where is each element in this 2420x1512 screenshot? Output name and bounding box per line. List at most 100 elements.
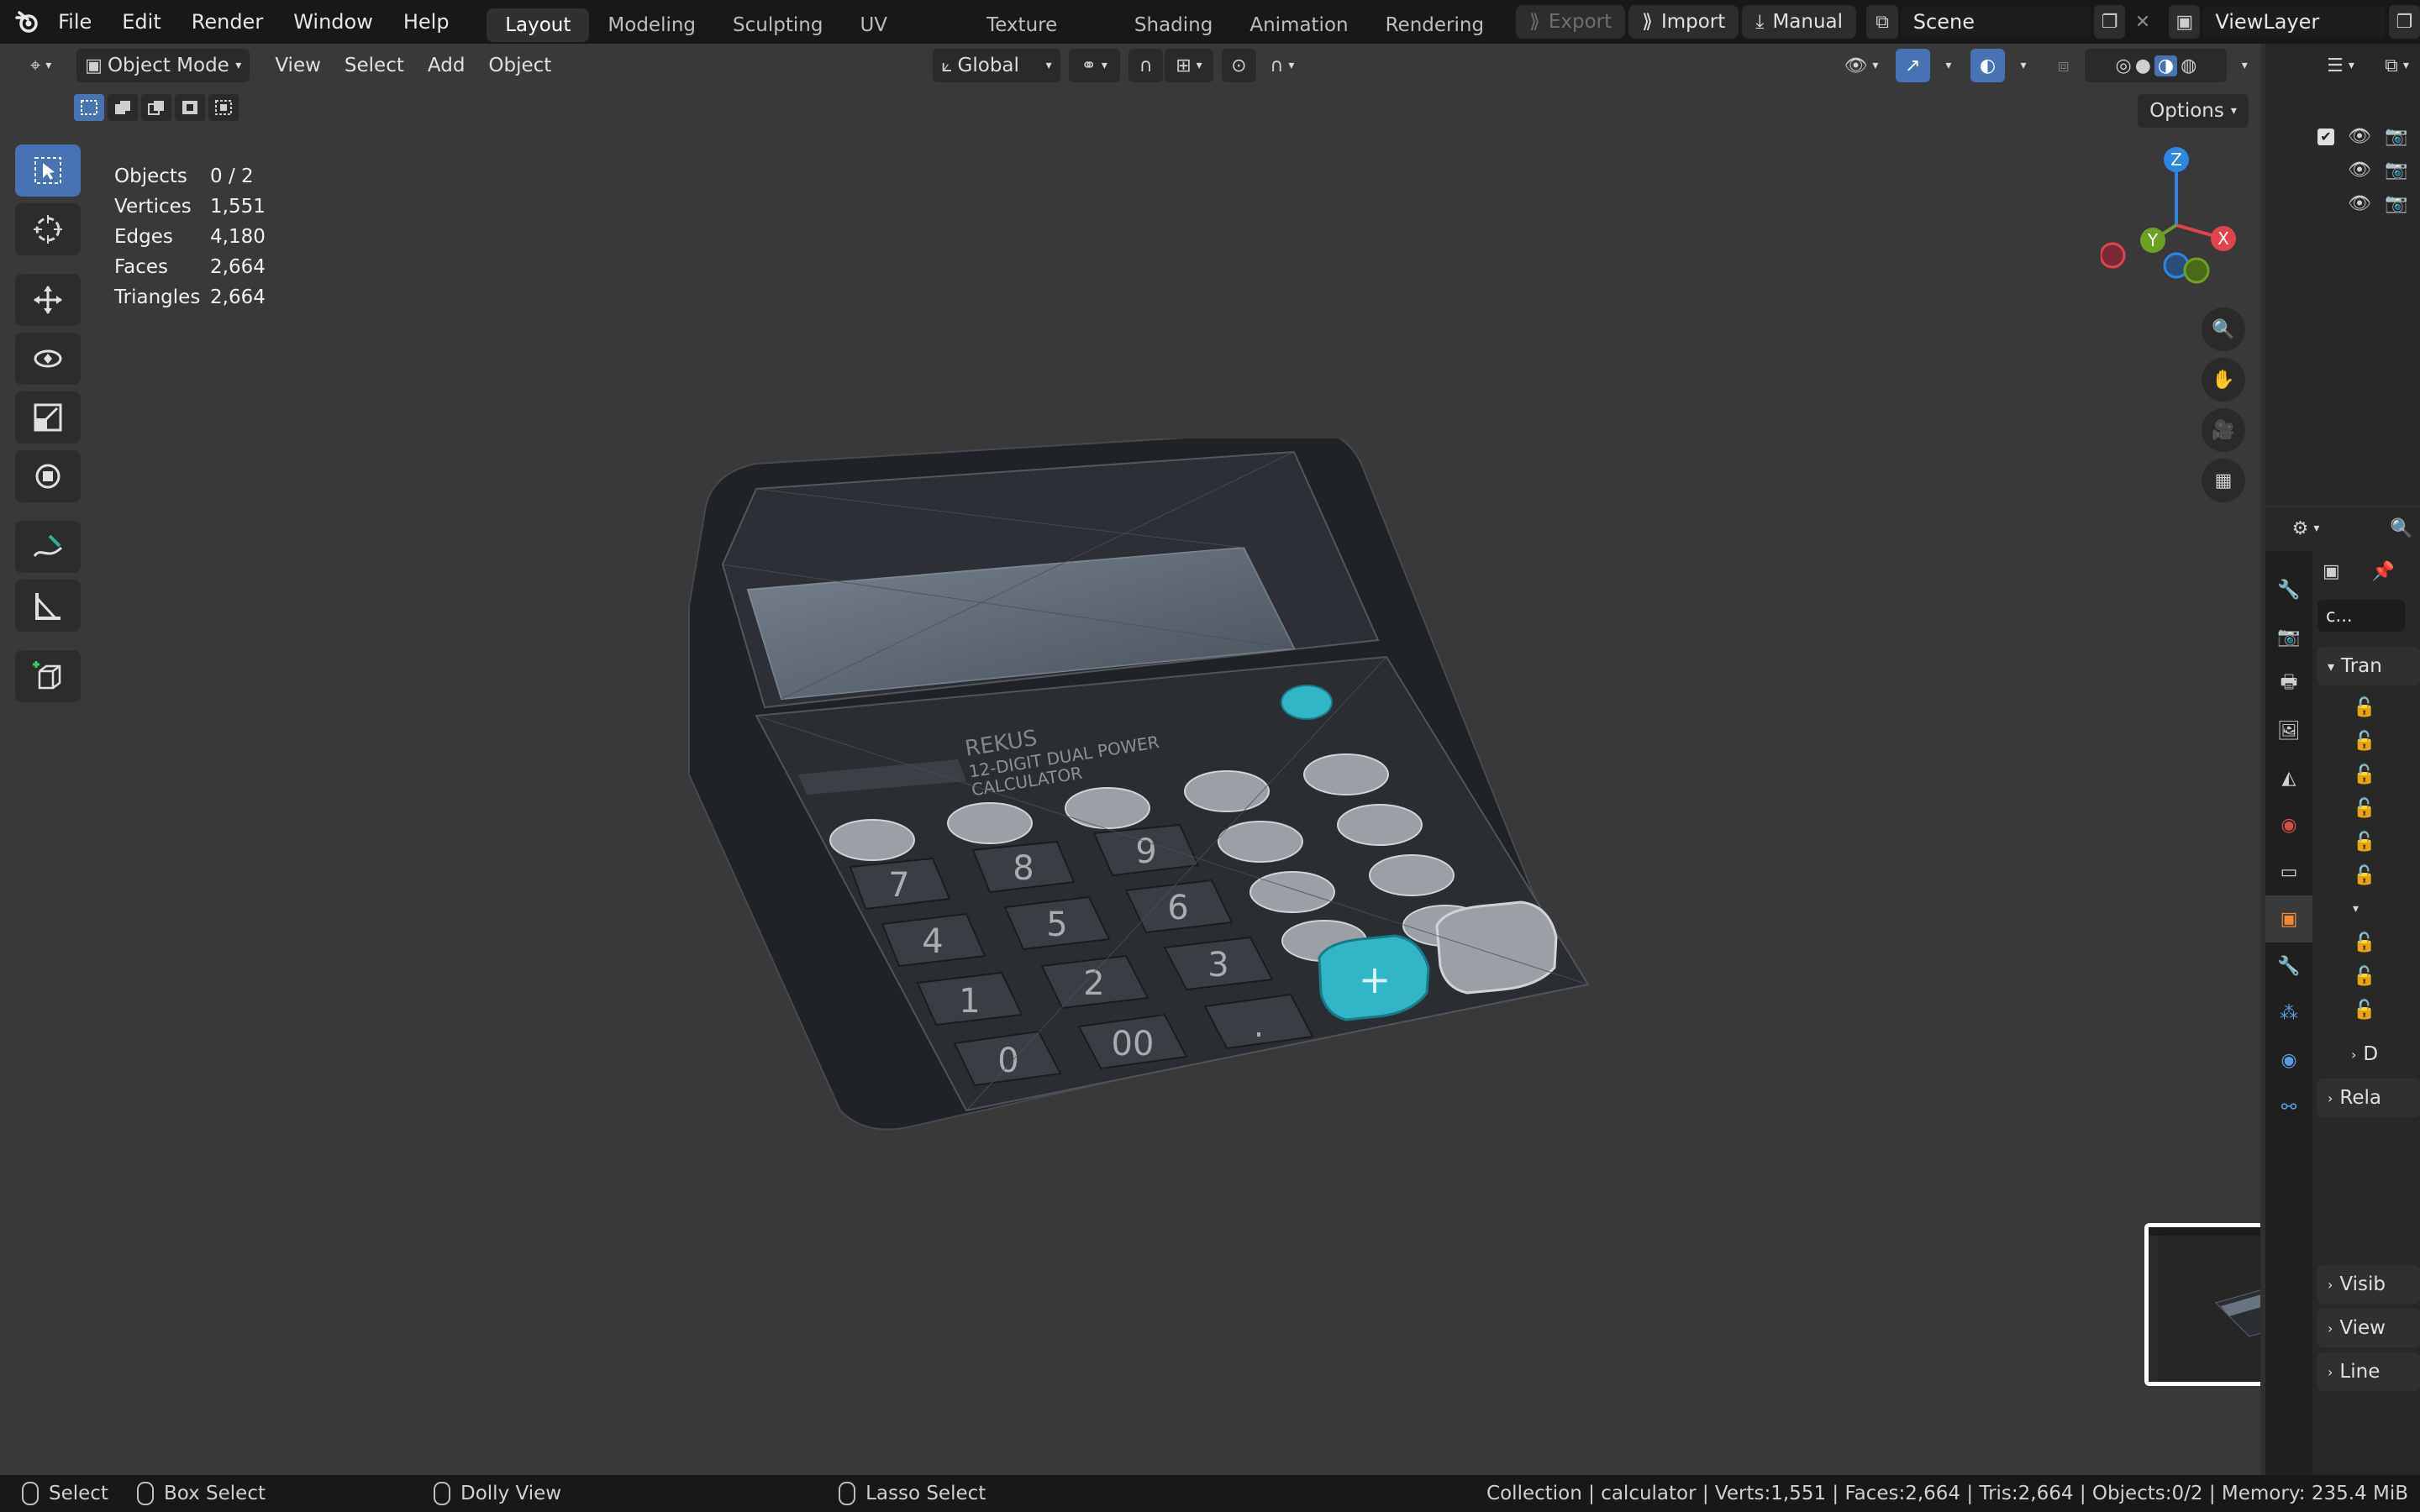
cursor-tool[interactable] [15, 203, 81, 255]
tab-texture-paint[interactable]: Texture Paint [968, 8, 1116, 70]
menu-help[interactable]: Help [388, 0, 465, 44]
camera-icon[interactable]: 📷 [2385, 126, 2407, 147]
object-mode-dropdown[interactable]: ▣ Object Mode ▾ [76, 49, 250, 82]
xray-toggle[interactable]: ⧈ [2047, 49, 2081, 82]
tab-particles[interactable]: ⁂ [2265, 990, 2312, 1037]
view-layer-field[interactable]: ViewLayer [2203, 6, 2386, 38]
lock-rotation-x[interactable]: 🔓 [2317, 791, 2420, 825]
lock-location-y[interactable]: 🔓 [2317, 724, 2420, 758]
lock-rotation-z[interactable]: 🔓 [2317, 858, 2420, 892]
panel-viewport-display-header[interactable]: › View [2317, 1309, 2420, 1347]
tab-modeling[interactable]: Modeling [589, 8, 714, 42]
transform-orientation-dropdown[interactable]: ⟀ Global ▾ [933, 49, 1060, 82]
tab-view-layer[interactable]: 🖼 [2265, 707, 2312, 754]
pivot-point-dropdown[interactable]: ⚭ ▾ [1068, 49, 1120, 82]
select-new-mode[interactable] [74, 94, 104, 121]
lock-scale-x[interactable]: 🔓 [2317, 926, 2420, 959]
snap-toggle[interactable]: ∩ [1128, 49, 1164, 82]
shading-dropdown[interactable]: ▾ [2228, 49, 2260, 82]
tab-rendering[interactable]: Rendering [1367, 8, 1502, 42]
editor-type-dropdown[interactable]: ⚙ ▾ [2281, 512, 2331, 545]
panel-visibility-header[interactable]: › Visib [2317, 1265, 2420, 1304]
pan-button[interactable]: ✋ [2202, 358, 2245, 402]
lock-location-x[interactable]: 🔓 [2317, 690, 2420, 724]
outliner-row-object-1[interactable]: 👁 📷 [2348, 160, 2407, 181]
visibility-dropdown[interactable]: 👁 ▾ [1835, 49, 1886, 82]
proportional-falloff-dropdown[interactable]: ∩ ▾ [1258, 49, 1306, 82]
tab-layout[interactable]: Layout [487, 8, 590, 42]
outliner-row-object-2[interactable]: 👁 📷 [2348, 193, 2407, 214]
panel-delta-transform-header[interactable]: › D [2317, 1035, 2420, 1074]
proportional-editing-toggle[interactable]: ⊙ [1221, 49, 1257, 82]
blender-logo-icon[interactable] [10, 0, 43, 44]
rotate-tool[interactable] [15, 333, 81, 385]
panel-transform-header[interactable]: ▾ Tran [2317, 647, 2420, 685]
wireframe-shading-icon[interactable]: ◎ [2116, 55, 2132, 76]
new-scene-button[interactable]: ❐ [2094, 5, 2126, 39]
lock-scale-z[interactable]: 🔓 [2317, 993, 2420, 1026]
transform-tool[interactable] [15, 450, 81, 502]
menu-select[interactable]: Select [333, 55, 416, 76]
solid-shading-icon[interactable]: ● [2135, 55, 2151, 76]
tab-scene[interactable]: ◭ [2265, 754, 2312, 801]
gizmo-dropdown[interactable]: ▾ [1932, 49, 1965, 82]
pin-icon[interactable]: 📌 [2372, 561, 2395, 582]
select-subtract-mode[interactable] [141, 94, 171, 121]
gizmo-toggle[interactable]: ↗ [1895, 49, 1931, 82]
display-mode-dropdown[interactable]: ☰ ▾ [2317, 49, 2364, 82]
camera-icon[interactable]: 📷 [2385, 193, 2407, 214]
filter-dropdown[interactable]: ⧉ ▾ [2374, 49, 2420, 82]
import-button[interactable]: ⟫ Import [1628, 5, 1739, 39]
3d-viewport[interactable]: ⌖ ▾ ▣ Object Mode ▾ View Select Add Objec… [0, 44, 2260, 1475]
add-cube-tool[interactable] [15, 650, 81, 702]
tab-render[interactable]: 📷 [2265, 613, 2312, 660]
annotate-tool[interactable] [15, 521, 81, 573]
eye-icon[interactable]: 👁 [2348, 126, 2371, 147]
options-dropdown[interactable]: Options ▾ [2138, 94, 2249, 128]
tab-physics[interactable]: ◉ [2265, 1037, 2312, 1084]
camera-icon[interactable]: 📷 [2385, 160, 2407, 181]
object-name-field[interactable]: c... [2317, 600, 2405, 632]
measure-tool[interactable] [15, 580, 81, 632]
tab-world[interactable]: ◉ [2265, 801, 2312, 848]
panel-relations-header[interactable]: › Rela [2317, 1079, 2420, 1117]
navigation-gizmo[interactable]: Z X Y [2101, 144, 2252, 329]
move-tool[interactable] [15, 274, 81, 326]
manual-button[interactable]: ⤓ Manual [1742, 5, 1857, 39]
menu-add[interactable]: Add [416, 55, 477, 76]
tab-constraints[interactable]: ⚯ [2265, 1084, 2312, 1131]
eye-icon[interactable]: 👁 [2348, 193, 2371, 214]
lock-rotation-y[interactable]: 🔓 [2317, 825, 2420, 858]
camera-view-button[interactable]: 🎥 [2202, 408, 2245, 452]
panel-lineart-header[interactable]: › Line [2317, 1352, 2420, 1391]
tab-collection[interactable]: ▭ [2265, 848, 2312, 895]
export-button[interactable]: ⟫ Export [1516, 5, 1626, 39]
rendered-shading-icon[interactable]: ◍ [2181, 55, 2196, 76]
tab-sculpting[interactable]: Sculpting [714, 8, 841, 42]
tab-shading[interactable]: Shading [1116, 8, 1231, 42]
scene-name-field[interactable]: Scene [1901, 6, 2091, 38]
tab-animation[interactable]: Animation [1231, 8, 1366, 42]
zoom-button[interactable]: 🔍 [2202, 307, 2245, 351]
tab-output[interactable]: 🖶 [2265, 660, 2312, 707]
menu-window[interactable]: Window [278, 0, 388, 44]
tab-tool[interactable]: 🔧 [2265, 566, 2312, 613]
eye-icon[interactable]: 👁 [2348, 160, 2371, 181]
select-box-tool[interactable] [15, 144, 81, 197]
tab-modifiers[interactable]: 🔧 [2265, 942, 2312, 990]
tab-uv-editing[interactable]: UV Editing [841, 8, 968, 70]
outliner-row-collection[interactable]: ✔ 👁 📷 [2317, 126, 2407, 147]
scale-tool[interactable] [15, 391, 81, 444]
overlays-toggle[interactable]: ◐ [1970, 49, 2006, 82]
tab-object[interactable]: ▣ [2265, 895, 2312, 942]
select-extend-mode[interactable] [108, 94, 138, 121]
editor-type-button[interactable]: ⌖ ▾ [15, 49, 66, 82]
delete-scene-button[interactable]: ✕ [2127, 5, 2158, 39]
lock-scale-y[interactable]: 🔓 [2317, 959, 2420, 993]
snap-target-dropdown[interactable]: ⊞ ▾ [1165, 49, 1213, 82]
search-icon[interactable]: 🔍 [2390, 518, 2412, 539]
menu-object[interactable]: Object [476, 55, 563, 76]
scene-selector-button[interactable]: ⧉ [1866, 5, 1898, 39]
menu-render[interactable]: Render [176, 0, 278, 44]
menu-view[interactable]: View [263, 55, 333, 76]
